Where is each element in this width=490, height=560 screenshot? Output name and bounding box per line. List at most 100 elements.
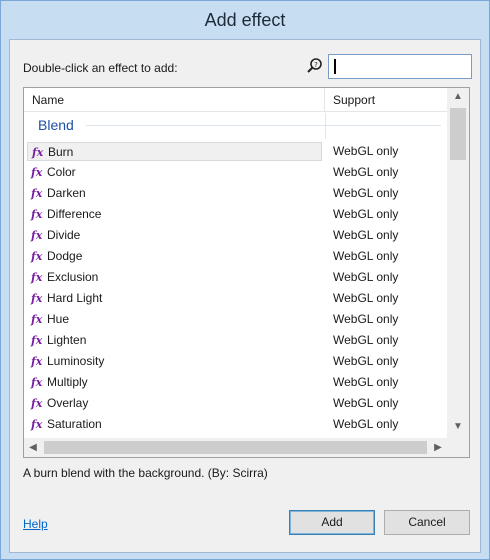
list-item[interactable]: fx Difference WebGL only xyxy=(24,204,447,225)
effect-name: Dodge xyxy=(47,249,83,263)
effect-name: Divide xyxy=(47,228,81,242)
list-item[interactable]: fx Lighten WebGL only xyxy=(24,330,447,351)
effect-fx-icon: fx xyxy=(31,355,43,368)
effect-name: Saturation xyxy=(47,417,102,431)
instruction-label: Double-click an effect to add: xyxy=(23,61,178,75)
horizontal-scroll-thumb[interactable] xyxy=(44,441,427,454)
scroll-up-icon[interactable]: ▲ xyxy=(447,88,469,106)
help-link[interactable]: Help xyxy=(23,517,48,531)
column-header-name[interactable]: Name xyxy=(24,88,325,112)
effect-support: WebGL only xyxy=(333,354,399,368)
cancel-button[interactable]: Cancel xyxy=(384,510,470,535)
list-item[interactable]: fx Dodge WebGL only xyxy=(24,246,447,267)
add-effect-dialog: Add effect Double-click an effect to add… xyxy=(0,0,490,560)
effect-name-cell: fx Lighten xyxy=(27,331,322,350)
window-title: Add effect xyxy=(204,10,286,30)
column-header-support[interactable]: Support xyxy=(325,88,447,112)
effect-support: WebGL only xyxy=(333,228,399,242)
list-item[interactable]: fx Hard Light WebGL only xyxy=(24,288,447,309)
effect-fx-icon: fx xyxy=(31,250,43,263)
group-divider-line xyxy=(86,125,441,126)
effect-fx-icon: fx xyxy=(31,397,43,410)
effect-fx-icon: fx xyxy=(31,334,43,347)
effect-name-cell: fx Overlay xyxy=(27,394,322,413)
effect-name-cell: fx Burn xyxy=(27,142,322,161)
list-item[interactable]: fx Hue WebGL only xyxy=(24,309,447,330)
effect-name-cell: fx Multiply xyxy=(27,373,322,392)
effect-support: WebGL only xyxy=(333,417,399,431)
effect-name: Hard Light xyxy=(47,291,103,305)
effect-description: A burn blend with the background. (By: S… xyxy=(23,466,268,480)
group-label: Blend xyxy=(38,117,74,133)
horizontal-scrollbar[interactable]: ◀ ▶ xyxy=(24,438,447,457)
effect-name-cell: fx Divide xyxy=(27,226,322,245)
list-item[interactable]: fx Burn WebGL only xyxy=(24,141,447,162)
svg-text:?: ? xyxy=(314,61,318,69)
scroll-left-icon[interactable]: ◀ xyxy=(24,438,42,457)
effect-name-cell: fx Dodge xyxy=(27,247,322,266)
effect-name-cell: fx Darken xyxy=(27,184,322,203)
effect-fx-icon: fx xyxy=(31,292,43,305)
search-input[interactable] xyxy=(328,54,472,79)
effect-fx-icon: fx xyxy=(31,376,43,389)
effect-support: WebGL only xyxy=(333,312,399,326)
list-item[interactable]: fx Exclusion WebGL only xyxy=(24,267,447,288)
scroll-down-icon[interactable]: ▼ xyxy=(447,418,469,436)
list-item[interactable]: fx Multiply WebGL only xyxy=(24,372,447,393)
effect-support: WebGL only xyxy=(333,186,399,200)
effect-name-cell: fx Hue xyxy=(27,310,322,329)
effect-rows: fx Burn WebGL only fx Color WebGL only fx Darke… xyxy=(24,141,447,435)
effect-support: WebGL only xyxy=(333,291,399,305)
effect-fx-icon: fx xyxy=(31,271,43,284)
effect-name-cell: fx Color xyxy=(27,163,322,182)
vertical-scroll-thumb[interactable] xyxy=(450,108,466,160)
dialog-body: Double-click an effect to add: ? Name Su… xyxy=(9,39,481,553)
vertical-scrollbar[interactable]: ▲ ▼ xyxy=(447,88,469,438)
effect-name-cell: fx Hard Light xyxy=(27,289,322,308)
effect-fx-icon: fx xyxy=(32,146,44,159)
text-caret xyxy=(334,59,336,74)
effect-support: WebGL only xyxy=(333,165,399,179)
effect-name: Burn xyxy=(48,145,74,159)
effect-name-cell: fx Saturation xyxy=(27,415,322,434)
effect-name: Luminosity xyxy=(47,354,105,368)
list-item[interactable]: fx Color WebGL only xyxy=(24,162,447,183)
effect-fx-icon: fx xyxy=(31,313,43,326)
effect-support: WebGL only xyxy=(333,144,399,158)
list-item[interactable]: fx Luminosity WebGL only xyxy=(24,351,447,372)
effect-name-cell: fx Exclusion xyxy=(27,268,322,287)
effect-support: WebGL only xyxy=(333,249,399,263)
list-item[interactable]: fx Overlay WebGL only xyxy=(24,393,447,414)
effect-support: WebGL only xyxy=(333,375,399,389)
search-icon: ? xyxy=(306,57,324,75)
effect-support: WebGL only xyxy=(333,270,399,284)
column-divider xyxy=(325,113,326,139)
effect-fx-icon: fx xyxy=(31,187,43,200)
effect-name: Difference xyxy=(47,207,102,221)
list-item[interactable]: fx Darken WebGL only xyxy=(24,183,447,204)
list-item[interactable]: fx Saturation WebGL only xyxy=(24,414,447,435)
effect-name: Darken xyxy=(47,186,86,200)
effect-fx-icon: fx xyxy=(31,166,43,179)
list-item[interactable]: fx Divide WebGL only xyxy=(24,225,447,246)
effect-name: Multiply xyxy=(47,375,88,389)
effect-fx-icon: fx xyxy=(31,418,43,431)
effect-name-cell: fx Luminosity xyxy=(27,352,322,371)
effect-fx-icon: fx xyxy=(31,229,43,242)
effect-support: WebGL only xyxy=(333,207,399,221)
list-header: Name Support xyxy=(24,88,447,112)
effect-support: WebGL only xyxy=(333,396,399,410)
effect-name-cell: fx Difference xyxy=(27,205,322,224)
effect-name: Hue xyxy=(47,312,70,326)
effects-list[interactable]: Name Support Blend fx Burn WebGL only fx Col… xyxy=(23,87,470,458)
effect-fx-icon: fx xyxy=(31,208,43,221)
scroll-right-icon[interactable]: ▶ xyxy=(429,438,447,457)
scroll-corner xyxy=(447,438,469,457)
group-header-blend[interactable]: Blend xyxy=(24,113,447,139)
effect-name: Exclusion xyxy=(47,270,99,284)
effect-support: WebGL only xyxy=(333,333,399,347)
effect-name: Color xyxy=(47,165,76,179)
effect-name: Overlay xyxy=(47,396,89,410)
effect-name: Lighten xyxy=(47,333,87,347)
add-button[interactable]: Add xyxy=(289,510,375,535)
